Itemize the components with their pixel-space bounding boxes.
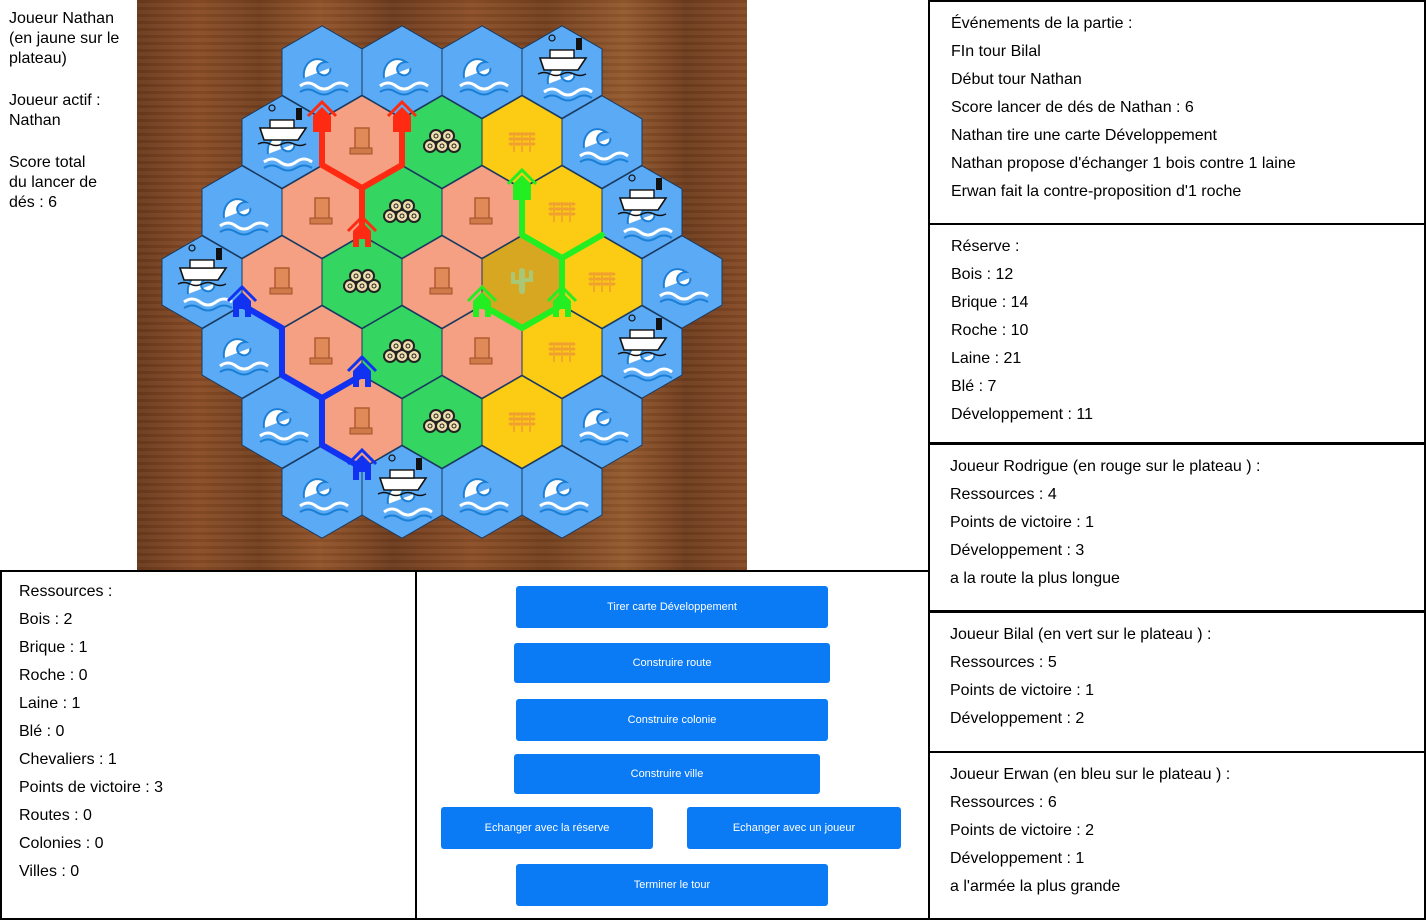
resource-item: Bois : 2 xyxy=(19,611,73,628)
player-title: Joueur Erwan (en bleu sur le plateau ) : xyxy=(950,766,1231,783)
player-rodrigue-panel: Joueur Rodrigue (en rouge sur le plateau… xyxy=(928,443,1426,612)
resource-item: Roche : 0 xyxy=(19,667,88,684)
event-item: Début tour Nathan xyxy=(951,71,1082,88)
reserve-item: Laine : 21 xyxy=(951,350,1022,367)
player-stat: Développement : 2 xyxy=(950,710,1085,727)
event-item: Nathan propose d'échanger 1 bois contre … xyxy=(951,155,1296,172)
resource-item: Chevaliers : 1 xyxy=(19,751,117,768)
player-stat: Points de victoire : 2 xyxy=(950,822,1095,839)
player-stat: Développement : 3 xyxy=(950,542,1085,559)
reserve-item: Brique : 14 xyxy=(951,294,1029,311)
player-stat: Ressources : 6 xyxy=(950,794,1057,811)
current-player-label: Joueur Nathan (en jaune sur le plateau) xyxy=(9,10,120,67)
player-bilal-panel: Joueur Bilal (en vert sur le plateau ) :… xyxy=(928,611,1426,753)
player-info-panel: Joueur Nathan (en jaune sur le plateau) … xyxy=(9,9,134,235)
reserve-item: Roche : 10 xyxy=(951,322,1029,339)
actions-panel: Tirer carte Développement Construire rou… xyxy=(415,570,930,920)
trade-reserve-button[interactable]: Echanger avec la réserve xyxy=(441,807,653,849)
resource-item: Brique : 1 xyxy=(19,639,88,656)
player-stat: Points de victoire : 1 xyxy=(950,682,1095,699)
player-title: Joueur Bilal (en vert sur le plateau ) : xyxy=(950,626,1212,643)
resources-title: Ressources : xyxy=(19,583,113,600)
player-stat: Ressources : 4 xyxy=(950,486,1057,503)
reserve-title: Réserve : xyxy=(951,238,1020,255)
build-city-button[interactable]: Construire ville xyxy=(514,754,820,794)
build-colony-button[interactable]: Construire colonie xyxy=(516,699,828,741)
events-title: Événements de la partie : xyxy=(951,15,1133,32)
player-stat: Points de victoire : 1 xyxy=(950,514,1095,531)
active-player-label: Joueur actif : Nathan xyxy=(9,92,101,129)
player-stat: Développement : 1 xyxy=(950,850,1085,867)
event-item: Score lancer de dés de Nathan : 6 xyxy=(951,99,1194,116)
resource-item: Points de victoire : 3 xyxy=(19,779,164,796)
events-panel: Événements de la partie : FIn tour Bilal… xyxy=(928,0,1426,225)
event-item: Erwan fait la contre-proposition d'1 roc… xyxy=(951,183,1242,200)
dice-score-label: Score total du lancer de dés : 6 xyxy=(9,154,98,211)
player-stat: a l'armée la plus grande xyxy=(950,878,1121,895)
resource-item: Villes : 0 xyxy=(19,863,80,880)
player-title: Joueur Rodrigue (en rouge sur le plateau… xyxy=(950,458,1261,475)
draw-card-button[interactable]: Tirer carte Développement xyxy=(516,586,828,628)
build-road-button[interactable]: Construire route xyxy=(514,643,830,683)
event-item: Nathan tire une carte Développement xyxy=(951,127,1217,144)
event-item: FIn tour Bilal xyxy=(951,43,1041,60)
reserve-item: Développement : 11 xyxy=(951,406,1094,423)
player-stat: a la route la plus longue xyxy=(950,570,1120,587)
resources-panel: Ressources : Bois : 2 Brique : 1 Roche :… xyxy=(0,570,417,920)
reserve-item: Bois : 12 xyxy=(951,266,1014,283)
resource-item: Routes : 0 xyxy=(19,807,92,824)
trade-player-button[interactable]: Echanger avec un joueur xyxy=(687,807,901,849)
player-stat: Ressources : 5 xyxy=(950,654,1057,671)
resource-item: Laine : 1 xyxy=(19,695,81,712)
game-board[interactable] xyxy=(137,0,747,570)
resource-item: Blé : 0 xyxy=(19,723,65,740)
player-erwan-panel: Joueur Erwan (en bleu sur le plateau ) :… xyxy=(928,751,1426,920)
end-turn-button[interactable]: Terminer le tour xyxy=(516,864,828,906)
resource-item: Colonies : 0 xyxy=(19,835,104,852)
reserve-panel: Réserve : Bois : 12 Brique : 14 Roche : … xyxy=(928,223,1426,444)
reserve-item: Blé : 7 xyxy=(951,378,997,395)
